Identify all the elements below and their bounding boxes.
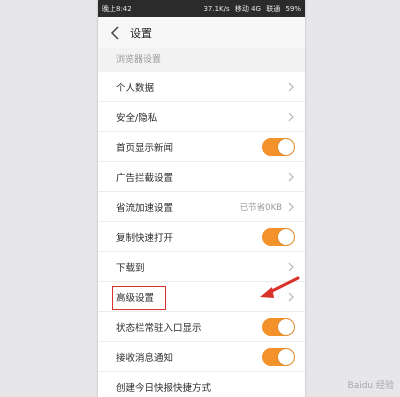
carrier-2: 联通 <box>266 4 281 13</box>
toggle-thumb <box>278 138 294 155</box>
settings-row-personal-data[interactable]: 个人数据 <box>98 72 305 102</box>
status-bar: 晚上8:42 37.1K/s 移动 4G 联通 59% <box>98 0 305 17</box>
battery-level: 59% <box>285 4 301 13</box>
status-right: 37.1K/s 移动 4G 联通 59% <box>200 4 301 14</box>
chevron-right-icon <box>288 202 294 211</box>
highlight-box <box>112 286 166 310</box>
settings-row-home-news: 首页显示新闻 <box>98 132 305 162</box>
copy-open-toggle[interactable] <box>262 227 295 246</box>
row-label: 首页显示新闻 <box>116 142 174 154</box>
home-news-toggle[interactable] <box>262 137 295 156</box>
settings-row-data-saver[interactable]: 省流加速设置 已节省0KB <box>98 192 305 222</box>
section-header: 浏览器设置 <box>98 48 305 72</box>
receive-notify-toggle[interactable] <box>262 347 295 366</box>
row-label: 安全/隐私 <box>116 112 158 124</box>
row-label: 状态栏常驻入口显示 <box>116 322 202 334</box>
settings-list: 个人数据 安全/隐私 首页显示新闻 广告拦截设置 省流加速设置 已节省0KB 复… <box>98 72 305 397</box>
data-saved-value: 已节省0KB <box>239 202 282 213</box>
settings-row-copy-open: 复制快速打开 <box>98 222 305 252</box>
toggle-thumb <box>278 348 294 365</box>
settings-row-ad-block[interactable]: 广告拦截设置 <box>98 162 305 192</box>
row-label: 广告拦截设置 <box>116 172 174 184</box>
chevron-right-icon <box>288 172 294 181</box>
row-label: 接收消息通知 <box>116 352 174 364</box>
row-label: 创建今日快报快捷方式 <box>116 382 212 394</box>
settings-row-statusbar-entry: 状态栏常驻入口显示 <box>98 312 305 342</box>
baidu-watermark: Baidu 经验 <box>347 381 394 391</box>
chevron-right-icon <box>288 112 294 121</box>
carrier-1: 移动 4G <box>234 4 261 13</box>
settings-row-create-shortcut[interactable]: 创建今日快报快捷方式 <box>98 372 305 397</box>
top-nav-bar: 设置 <box>98 17 305 48</box>
status-time: 晚上8:42 <box>102 4 132 13</box>
back-arrow-icon[interactable] <box>106 24 124 42</box>
chevron-right-icon <box>288 82 294 91</box>
row-label: 下载到 <box>116 262 145 274</box>
network-speed: 37.1K/s <box>203 4 230 13</box>
settings-row-security-privacy[interactable]: 安全/隐私 <box>98 102 305 132</box>
page-title: 设置 <box>130 26 152 40</box>
settings-row-receive-notify: 接收消息通知 <box>98 342 305 372</box>
row-label: 个人数据 <box>116 82 155 94</box>
statusbar-entry-toggle[interactable] <box>262 317 295 336</box>
row-label: 复制快速打开 <box>116 232 174 244</box>
toggle-thumb <box>278 228 294 245</box>
row-label: 省流加速设置 <box>116 202 174 214</box>
row-right: 已节省0KB <box>240 201 295 213</box>
toggle-thumb <box>278 318 294 335</box>
chevron-right-icon <box>288 262 294 271</box>
phone-screen: 晚上8:42 37.1K/s 移动 4G 联通 59% 设置 浏览器设置 个人数… <box>98 0 305 397</box>
red-arrow-annotation <box>260 276 300 298</box>
